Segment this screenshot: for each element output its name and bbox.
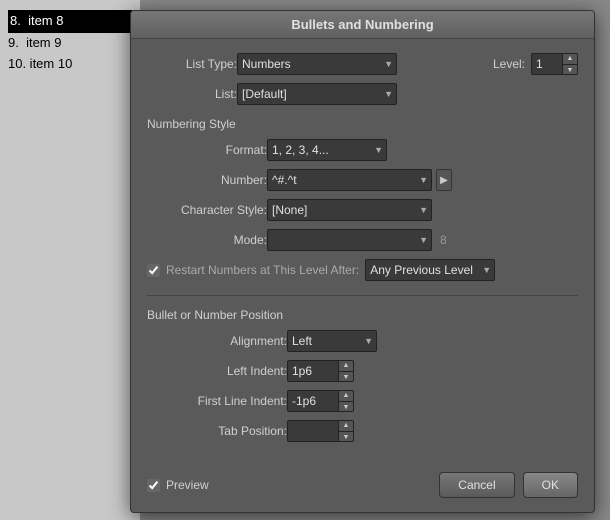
tab-position-up-button[interactable]: ▲ [339,420,353,431]
format-label: Format: [147,143,267,157]
list-row: List: [Default] ▼ [147,83,578,105]
list-type-row: List Type: Numbers ▼ Level: 1 ▲ ▼ [147,53,578,75]
dialog-title: Bullets and Numbering [291,17,433,32]
dialog-titlebar: Bullets and Numbering [131,11,594,39]
preview-row: Preview [147,478,209,492]
number-select-wrapper: ^#.^t ▼ [267,169,432,191]
level-up-button[interactable]: ▲ [563,53,577,64]
doc-list: 8. item 8 9. item 9 10. item 10 [8,10,132,74]
cancel-button[interactable]: Cancel [439,472,514,498]
level-spinner-buttons: ▲ ▼ [562,53,577,75]
restart-numbers-checkbox[interactable] [147,264,160,277]
mode-label: Mode: [147,233,267,247]
preview-checkbox[interactable] [147,479,160,492]
dialog-footer: Preview Cancel OK [131,462,594,512]
tab-position-spinner[interactable]: ▲ ▼ [287,420,354,442]
separator [147,295,578,296]
alignment-select-wrapper: Left ▼ [287,330,377,352]
character-style-select-wrapper: [None] ▼ [267,199,432,221]
document-area: 8. item 8 9. item 9 10. item 10 [0,0,140,520]
first-line-indent-input[interactable] [288,391,338,411]
mode-number: 8 [440,233,447,247]
left-indent-up-button[interactable]: ▲ [339,360,353,371]
number-label: Number: [147,173,267,187]
button-group: Cancel OK [439,472,578,498]
level-down-button[interactable]: ▼ [563,64,577,75]
list-select-wrapper: [Default] ▼ [237,83,397,105]
alignment-select[interactable]: Left [287,330,377,352]
character-style-label: Character Style: [147,203,267,217]
mode-row: Mode: ▼ 8 [147,229,578,251]
number-row: Number: ^#.^t ▼ ▶ [147,169,578,191]
mode-select[interactable] [267,229,432,251]
level-input[interactable]: 1 [532,54,562,74]
list-label: List: [147,87,237,101]
level-group: Level: 1 ▲ ▼ [493,53,578,75]
level-spinner[interactable]: 1 ▲ ▼ [531,53,578,75]
left-indent-spinner-buttons: ▲ ▼ [338,360,353,382]
format-row: Format: 1, 2, 3, 4... ▼ [147,139,578,161]
tab-position-spinner-buttons: ▲ ▼ [338,420,353,442]
number-select[interactable]: ^#.^t [267,169,432,191]
first-line-indent-up-button[interactable]: ▲ [339,390,353,401]
first-line-indent-spinner[interactable]: ▲ ▼ [287,390,354,412]
number-insert-button[interactable]: ▶ [436,169,452,191]
left-indent-down-button[interactable]: ▼ [339,371,353,382]
mode-select-wrapper: ▼ [267,229,432,251]
restart-numbers-row: Restart Numbers at This Level After: Any… [147,259,578,281]
left-indent-label: Left Indent: [147,364,287,378]
list-type-label: List Type: [147,57,237,71]
tab-position-down-button[interactable]: ▼ [339,431,353,442]
restart-numbers-label: Restart Numbers at This Level After: [166,263,359,277]
dialog-body: List Type: Numbers ▼ Level: 1 ▲ ▼ [131,39,594,462]
numbering-style-title: Numbering Style [147,117,578,131]
tab-position-row: Tab Position: ▲ ▼ [147,420,578,442]
list-item: 8. item 8 [8,10,132,33]
character-style-row: Character Style: [None] ▼ [147,199,578,221]
format-select[interactable]: 1, 2, 3, 4... [267,139,387,161]
position-title: Bullet or Number Position [147,308,578,322]
bullets-numbering-dialog: Bullets and Numbering List Type: Numbers… [130,10,595,513]
left-indent-row: Left Indent: ▲ ▼ [147,360,578,382]
tab-position-label: Tab Position: [147,424,287,438]
preview-label: Preview [166,478,209,492]
level-label: Level: [493,57,525,71]
first-line-indent-down-button[interactable]: ▼ [339,401,353,412]
list-select[interactable]: [Default] [237,83,397,105]
list-item: 9. item 9 [8,33,132,54]
number-input-group: ^#.^t ▼ ▶ [267,169,452,191]
list-item: 10. item 10 [8,54,132,75]
right-arrow-icon: ▶ [440,175,448,186]
screen-background: 8. item 8 9. item 9 10. item 10 Bullets … [0,0,610,520]
first-line-indent-spinner-buttons: ▲ ▼ [338,390,353,412]
format-select-wrapper: 1, 2, 3, 4... ▼ [267,139,387,161]
restart-after-select[interactable]: Any Previous Level [365,259,495,281]
tab-position-input[interactable] [288,421,338,441]
left-indent-spinner[interactable]: ▲ ▼ [287,360,354,382]
first-line-indent-label: First Line Indent: [147,394,287,408]
ok-button[interactable]: OK [523,472,578,498]
character-style-select[interactable]: [None] [267,199,432,221]
left-indent-input[interactable] [288,361,338,381]
list-type-select-wrapper: Numbers ▼ [237,53,397,75]
restart-after-select-wrapper: Any Previous Level ▼ [365,259,495,281]
list-type-select[interactable]: Numbers [237,53,397,75]
alignment-label: Alignment: [147,334,287,348]
first-line-indent-row: First Line Indent: ▲ ▼ [147,390,578,412]
alignment-row: Alignment: Left ▼ [147,330,578,352]
